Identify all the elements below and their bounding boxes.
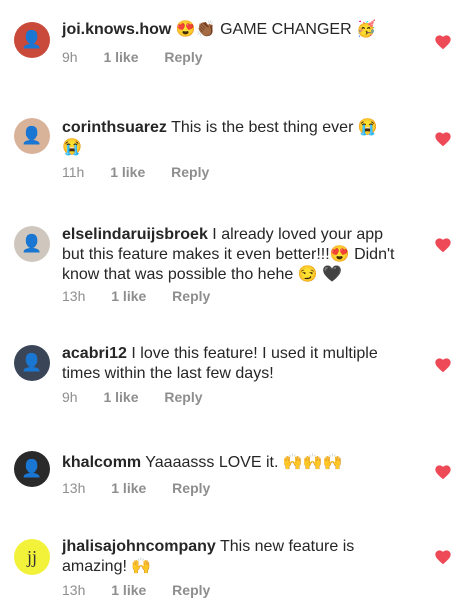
reply-button[interactable]: Reply (172, 288, 210, 304)
username[interactable]: corinthsuarez (62, 119, 167, 136)
reply-button[interactable]: Reply (172, 582, 210, 598)
avatar[interactable]: 👤 (14, 118, 50, 154)
username[interactable]: jhalisajohncompany (62, 538, 216, 555)
username[interactable]: acabri12 (62, 345, 127, 362)
comment-body: jhalisajohncompany This new feature is a… (62, 537, 382, 577)
comment-meta: 13h 1 like Reply (62, 288, 232, 304)
comment-body: acabri12 I love this feature! I used it … (62, 344, 397, 384)
comment-text: 😍👏🏾 GAME CHANGER 🥳 (175, 21, 377, 38)
username[interactable]: joi.knows.how (62, 21, 171, 38)
comments-list: 👤 joi.knows.how 😍👏🏾 GAME CHANGER 🥳 9h 1 … (0, 0, 474, 615)
avatar[interactable]: 👤 (14, 22, 50, 58)
avatar[interactable]: 👤 (14, 345, 50, 381)
likes-count[interactable]: 1 like (103, 49, 138, 65)
timestamp: 11h (62, 164, 85, 180)
username[interactable]: khalcomm (62, 454, 141, 471)
avatar[interactable]: 👤 (14, 451, 50, 487)
person-icon: 👤 (21, 234, 43, 254)
likes-count[interactable]: 1 like (111, 480, 146, 496)
timestamp: 13h (62, 288, 86, 304)
like-heart-icon[interactable] (434, 33, 452, 51)
comment-meta: 9h 1 like Reply (62, 389, 225, 405)
likes-count[interactable]: 1 like (103, 389, 138, 405)
person-icon: 👤 (21, 30, 43, 50)
timestamp: 13h (62, 582, 86, 598)
person-icon: 👤 (21, 126, 43, 146)
likes-count[interactable]: 1 like (111, 582, 146, 598)
likes-count[interactable]: 1 like (111, 288, 146, 304)
person-icon: 👤 (21, 459, 43, 479)
username[interactable]: elselindaruijsbroek (62, 226, 208, 243)
comment-meta: 13h 1 like Reply (62, 480, 232, 496)
comment-meta: 13h 1 like Reply (62, 582, 232, 598)
reply-button[interactable]: Reply (172, 480, 210, 496)
reply-button[interactable]: Reply (164, 49, 202, 65)
comment-body: joi.knows.how 😍👏🏾 GAME CHANGER 🥳 (62, 20, 402, 40)
like-heart-icon[interactable] (434, 130, 452, 148)
comment-body: khalcomm Yaaaasss LOVE it. 🙌🙌🙌 (62, 453, 402, 473)
person-icon: 👤 (21, 353, 43, 373)
avatar[interactable]: 👤 (14, 226, 50, 262)
comment-meta: 11h 1 like Reply (62, 164, 231, 180)
comment-meta: 9h 1 like Reply (62, 49, 225, 65)
reply-button[interactable]: Reply (164, 389, 202, 405)
like-heart-icon[interactable] (434, 463, 452, 481)
timestamp: 9h (62, 49, 78, 65)
likes-count[interactable]: 1 like (110, 164, 145, 180)
like-heart-icon[interactable] (434, 356, 452, 374)
like-heart-icon[interactable] (434, 548, 452, 566)
like-heart-icon[interactable] (434, 236, 452, 254)
timestamp: 9h (62, 389, 78, 405)
timestamp: 13h (62, 480, 86, 496)
comment-body: corinthsuarez This is the best thing eve… (62, 118, 392, 158)
avatar[interactable]: jj (14, 539, 50, 575)
jj-logo: jj (26, 546, 37, 567)
reply-button[interactable]: Reply (171, 164, 209, 180)
comment-text: Yaaaasss LOVE it. 🙌🙌🙌 (145, 454, 343, 471)
comment-body: elselindaruijsbroek I already loved your… (62, 225, 407, 285)
